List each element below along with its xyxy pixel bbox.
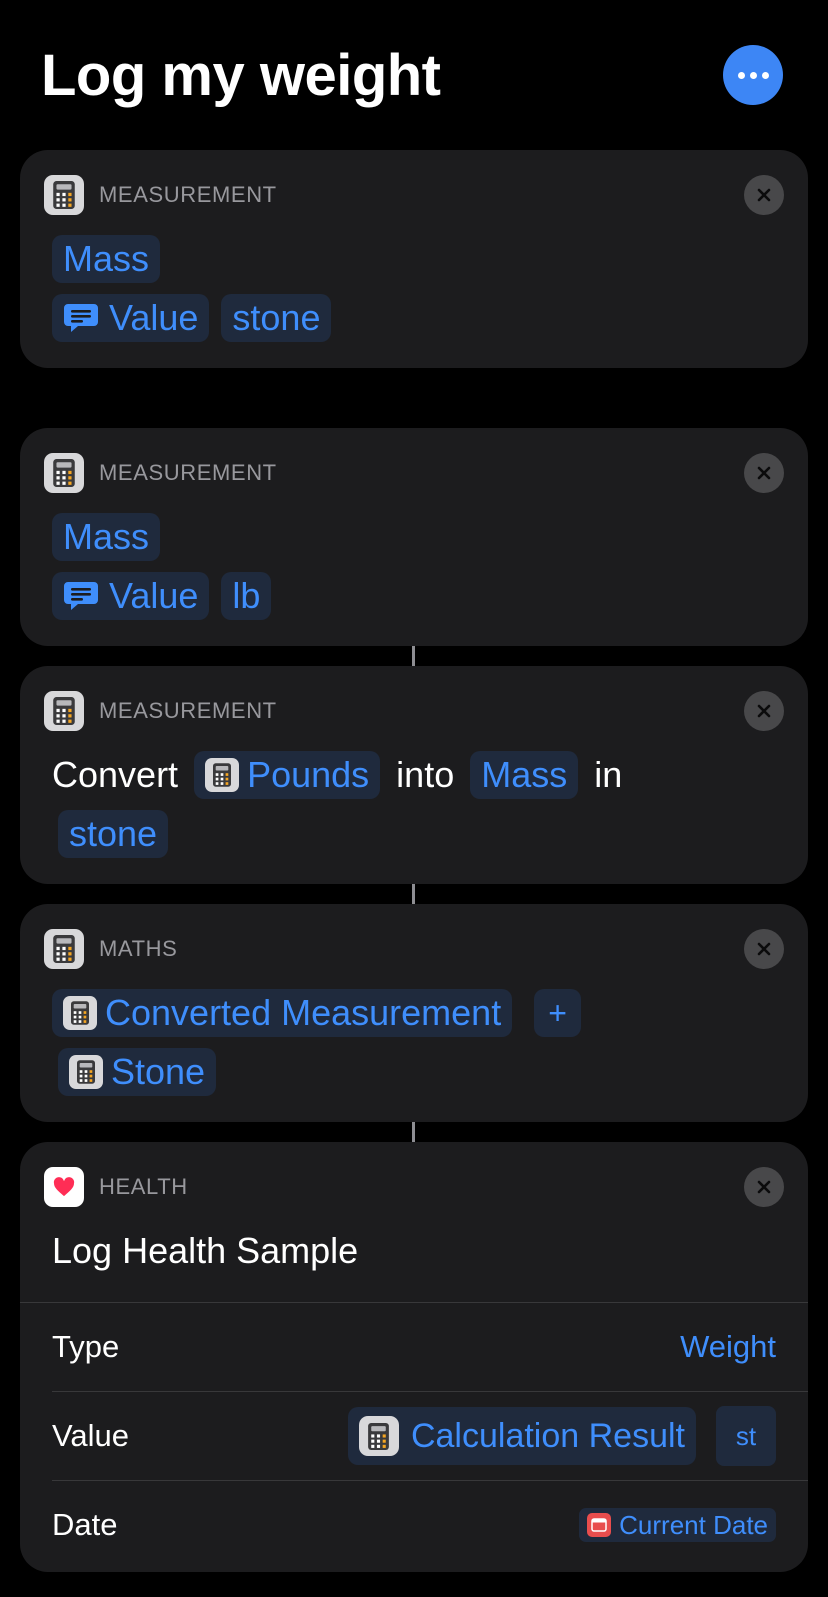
unit-type-token[interactable]: Mass — [52, 235, 161, 283]
target-unit-token[interactable]: stone — [58, 810, 169, 858]
heart-icon — [44, 1167, 84, 1207]
action-title: Log Health Sample — [52, 1230, 359, 1271]
remove-action-button[interactable] — [744, 453, 784, 493]
remove-action-button[interactable] — [744, 175, 784, 215]
input-variable-token[interactable]: Pounds — [194, 751, 381, 799]
convert-text: Convert — [52, 754, 179, 795]
action-card-maths[interactable]: MATHS Converted Measurement + Stone — [20, 904, 808, 1122]
action-connector — [412, 646, 415, 666]
calculator-icon — [69, 1055, 103, 1089]
text-bubble-icon — [63, 302, 99, 334]
calculator-icon — [44, 929, 84, 969]
in-text: in — [594, 754, 623, 795]
text-bubble-icon — [63, 580, 99, 612]
remove-action-button[interactable] — [744, 1167, 784, 1207]
action-category: HEALTH — [99, 1174, 188, 1199]
date-row[interactable]: Date Current Date — [52, 1481, 776, 1569]
unit-type-token[interactable]: Mass — [52, 513, 161, 561]
value-variable-token[interactable]: Value — [52, 294, 210, 342]
calculator-icon — [44, 453, 84, 493]
operator-token[interactable]: + — [534, 989, 581, 1037]
operand-variable-token[interactable]: Converted Measurement — [52, 989, 513, 1037]
type-value[interactable]: Weight — [680, 1329, 776, 1365]
page-title: Log my weight — [41, 43, 441, 108]
calculator-icon — [63, 996, 97, 1030]
close-icon — [754, 185, 774, 205]
ellipsis-icon — [737, 71, 745, 79]
value-variable-token[interactable]: Value — [52, 572, 210, 620]
action-category: MEASUREMENT — [99, 182, 277, 207]
close-icon — [754, 463, 774, 483]
action-card-measurement-stone[interactable]: MEASUREMENT Mass Value stone — [20, 150, 808, 368]
action-category: MEASUREMENT — [99, 460, 277, 485]
action-category: MEASUREMENT — [99, 698, 277, 723]
calculation-result-token[interactable]: Calculation Result — [347, 1407, 696, 1465]
action-card-health[interactable]: HEALTH Log Health Sample Type Weight Val… — [20, 1142, 808, 1572]
calendar-icon — [587, 1513, 612, 1537]
unit-token[interactable]: lb — [221, 572, 272, 620]
calculator-icon — [358, 1416, 399, 1456]
calculator-icon — [44, 691, 84, 731]
into-text: into — [396, 754, 455, 795]
date-label: Date — [52, 1507, 118, 1542]
close-icon — [754, 939, 774, 959]
action-connector — [412, 1122, 415, 1142]
action-card-convert[interactable]: MEASUREMENT Convert Pounds into Mass in … — [20, 666, 808, 884]
action-card-measurement-lb[interactable]: MEASUREMENT Mass Value lb — [20, 428, 808, 646]
operand-variable-token[interactable]: Stone — [58, 1048, 217, 1096]
value-row[interactable]: Value Calculation Result st — [52, 1392, 776, 1480]
calculator-icon — [205, 758, 240, 792]
more-options-button[interactable] — [723, 45, 783, 105]
value-label: Value — [52, 1418, 129, 1453]
current-date-token[interactable]: Current Date — [579, 1508, 776, 1542]
close-icon — [754, 701, 774, 721]
unit-selector[interactable]: st — [716, 1406, 776, 1466]
type-row[interactable]: Type Weight — [52, 1303, 776, 1391]
remove-action-button[interactable] — [744, 929, 784, 969]
action-category: MATHS — [99, 936, 178, 961]
close-icon — [754, 1177, 774, 1197]
type-label: Type — [52, 1329, 120, 1364]
unit-token[interactable]: stone — [221, 294, 332, 342]
action-connector — [412, 884, 415, 904]
remove-action-button[interactable] — [744, 691, 784, 731]
unit-type-token[interactable]: Mass — [470, 751, 579, 799]
calculator-icon — [44, 175, 84, 215]
